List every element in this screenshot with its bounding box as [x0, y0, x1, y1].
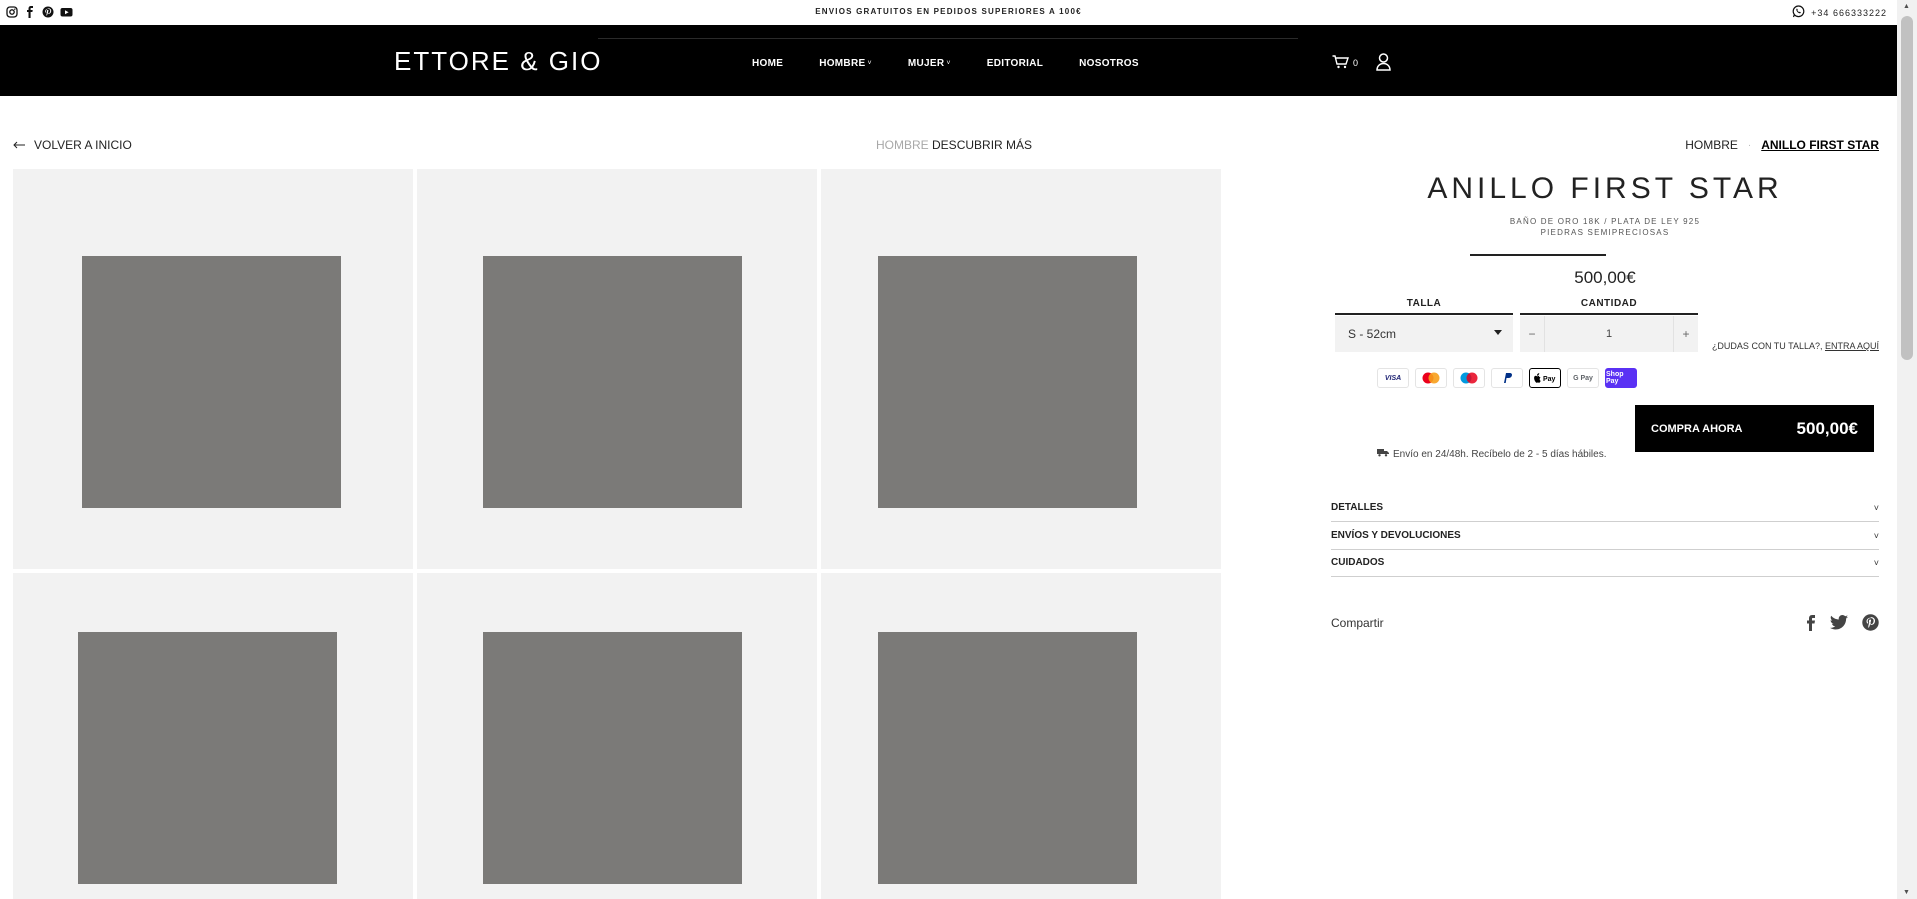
breadcrumb: HOMBRE · ANILLO FIRST STAR	[1685, 138, 1879, 152]
size-help-link[interactable]: ENTRA AQUÍ	[1825, 341, 1879, 351]
quantity-input[interactable]: 1	[1544, 316, 1674, 352]
share-buttons	[1806, 614, 1879, 636]
share-label: Compartir	[1331, 616, 1384, 630]
product-title: ANILLO FIRST STAR	[1427, 172, 1783, 205]
quantity-stepper: − 1 +	[1520, 316, 1698, 352]
accordion-cuidados[interactable]: CUIDADOS ˅	[1331, 549, 1879, 577]
payment-methods: VISA Pay G Pay Shop Pay	[1377, 368, 1637, 388]
cart-icon	[1332, 55, 1350, 71]
scrollbar-thumb[interactable]	[1901, 16, 1913, 360]
site-header: ETTORE & GIO HOME HOMBRE ˅ MUJER ˅ EDITORI…	[0, 25, 1897, 96]
accordion-envios[interactable]: ENVÍOS Y DEVOLUCIONES ˅	[1331, 522, 1879, 550]
product-stones: PIEDRAS SEMIPRECIOSAS	[1540, 228, 1670, 237]
paypal-icon	[1491, 368, 1523, 388]
nav-hombre[interactable]: HOMBRE ˅	[819, 58, 872, 69]
nav-divider	[598, 38, 1298, 39]
chevron-down-icon: ˅	[1873, 530, 1879, 541]
size-value: S - 52cm	[1348, 327, 1397, 341]
product-image	[483, 632, 742, 884]
svg-text:Pay: Pay	[1543, 376, 1556, 383]
breadcrumb-current[interactable]: ANILLO FIRST STAR	[1761, 138, 1879, 152]
whatsapp-icon	[1792, 5, 1805, 20]
quantity-increase-button[interactable]: +	[1674, 316, 1698, 352]
quantity-decrease-button[interactable]: −	[1520, 316, 1544, 352]
product-image	[878, 256, 1137, 508]
title-divider	[1470, 254, 1606, 256]
back-label: VOLVER A INICIO	[34, 138, 132, 152]
product-price: 500,00€	[1574, 268, 1636, 287]
caret-down-icon	[1494, 330, 1502, 335]
gallery-tile[interactable]	[821, 169, 1221, 569]
gallery-tile[interactable]	[13, 169, 413, 569]
accordion-title: DETALLES	[1331, 502, 1384, 513]
product-image	[878, 632, 1137, 884]
phone-number: +34 666333222	[1811, 7, 1887, 18]
google-pay-icon: G Pay	[1567, 368, 1599, 388]
quantity-label-line	[1520, 313, 1698, 315]
pinterest-icon[interactable]	[1862, 614, 1879, 636]
product-image	[82, 256, 341, 508]
mastercard-icon	[1415, 368, 1447, 388]
breadcrumb-hombre[interactable]: HOMBRE	[1685, 138, 1738, 152]
gallery-tile[interactable]	[417, 169, 817, 569]
nav-nosotros[interactable]: NOSOTROS	[1079, 58, 1139, 69]
chevron-down-icon: ˅	[1873, 502, 1879, 513]
cart-count: 0	[1353, 58, 1359, 68]
product-subtitle: BAÑO DE ORO 18K / PLATA DE LEY 925 PIEDR…	[1331, 216, 1879, 238]
site-logo[interactable]: ETTORE & GIO	[394, 46, 602, 77]
breadcrumb-separator: ·	[1747, 139, 1752, 151]
main-nav: HOME HOMBRE ˅ MUJER ˅ EDITORIAL NOSOTROS	[752, 58, 1139, 69]
page-scrollbar[interactable]: ▲ ▼	[1897, 0, 1917, 899]
chevron-down-icon: ˅	[1873, 557, 1879, 568]
nav-home[interactable]: HOME	[752, 58, 783, 69]
twitter-icon[interactable]	[1830, 615, 1848, 635]
accordion-title: ENVÍOS Y DEVOLUCIONES	[1331, 530, 1461, 541]
facebook-icon[interactable]	[1806, 614, 1816, 636]
buy-now-label: COMPRA AHORA	[1651, 422, 1743, 435]
phone-contact[interactable]: +34 666333222	[1792, 5, 1887, 20]
arrow-left-icon	[13, 138, 26, 152]
accordion-detalles[interactable]: DETALLES ˅	[1331, 494, 1879, 522]
announcement-bar: ENVIOS GRATUITOS EN PEDIDOS SUPERIORES A…	[0, 0, 1897, 25]
size-label-line	[1335, 313, 1513, 315]
shop-pay-icon: Shop Pay	[1605, 368, 1637, 388]
discover-label: DESCUBRIR MÁS	[932, 138, 1033, 152]
product-image	[78, 632, 337, 884]
discover-more-link[interactable]: HOMBRE DESCUBRIR MÁS	[876, 138, 1032, 152]
apple-pay-icon: Pay	[1529, 368, 1561, 388]
user-icon	[1376, 53, 1391, 75]
size-select[interactable]: S - 52cm	[1335, 316, 1513, 352]
shipping-note: Envío en 24/48h. Recíbelo de 2 - 5 días …	[1377, 448, 1606, 460]
shipping-note-text: Envío en 24/48h. Recíbelo de 2 - 5 días …	[1393, 448, 1607, 460]
size-label: TALLA	[1406, 298, 1442, 309]
shipping-announcement: ENVIOS GRATUITOS EN PEDIDOS SUPERIORES A…	[815, 7, 1082, 16]
maestro-icon	[1453, 368, 1485, 388]
gallery-tile[interactable]	[13, 573, 413, 899]
account-button[interactable]	[1376, 53, 1391, 76]
size-help-text: ¿DUDAS CON TU TALLA?,	[1711, 341, 1823, 351]
chevron-down-icon: ˅	[867, 60, 872, 67]
gallery-tile[interactable]	[821, 573, 1221, 899]
truck-icon	[1377, 448, 1389, 460]
visa-icon: VISA	[1377, 368, 1409, 388]
nav-mujer[interactable]: MUJER ˅	[908, 58, 951, 69]
product-image	[483, 256, 742, 508]
nav-editorial[interactable]: EDITORIAL	[987, 58, 1043, 69]
product-gallery	[13, 169, 1221, 899]
accordion-title: CUIDADOS	[1331, 557, 1385, 568]
buy-now-button[interactable]: COMPRA AHORA 500,00€	[1635, 405, 1874, 452]
product-material: BAÑO DE ORO 18K / PLATA DE LEY 925	[1509, 217, 1701, 226]
scroll-up-icon[interactable]: ▲	[1903, 3, 1910, 10]
gallery-tile[interactable]	[417, 573, 817, 899]
cart-button[interactable]: 0	[1332, 55, 1358, 71]
discover-category: HOMBRE	[876, 138, 929, 152]
back-to-home-link[interactable]: VOLVER A INICIO	[13, 138, 132, 152]
chevron-down-icon: ˅	[946, 60, 951, 67]
size-help: ¿DUDAS CON TU TALLA?, ENTRA AQUÍ	[1712, 341, 1879, 351]
quantity-label: CANTIDAD	[1580, 298, 1638, 309]
scroll-down-icon[interactable]: ▼	[1903, 889, 1910, 896]
buy-now-price: 500,00€	[1796, 418, 1858, 438]
